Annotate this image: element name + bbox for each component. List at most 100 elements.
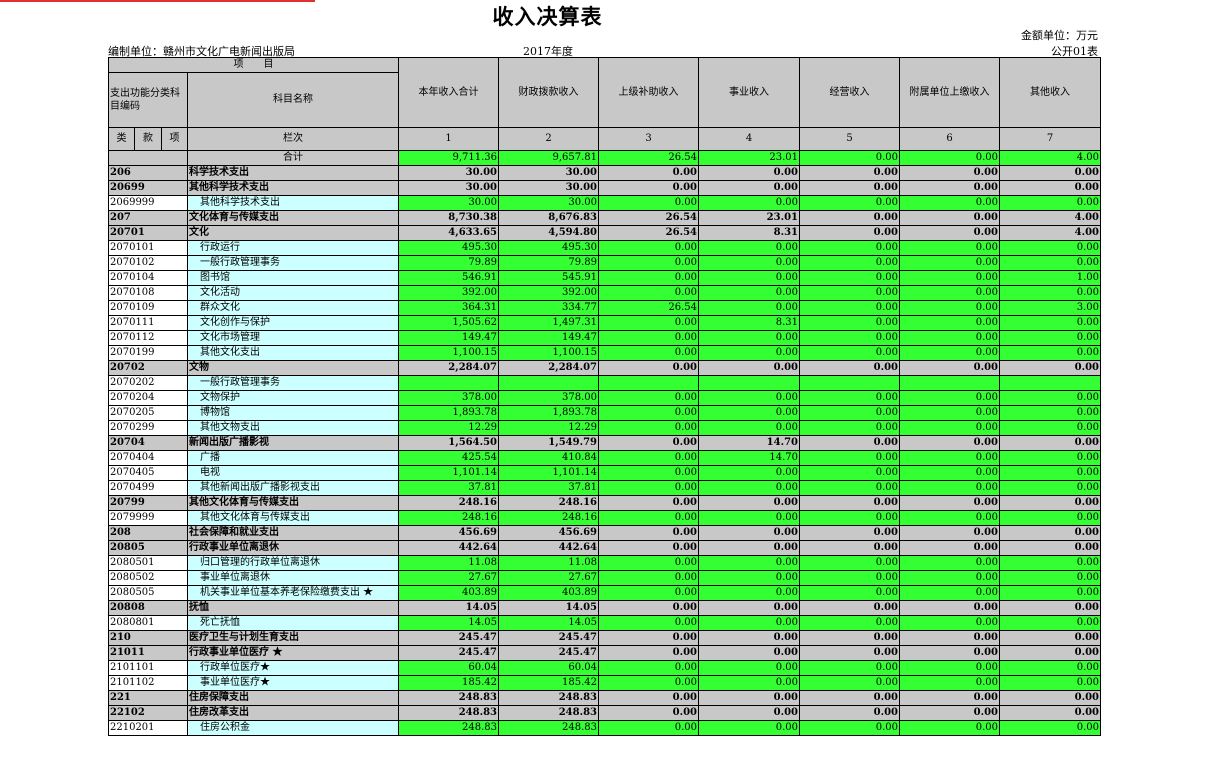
subject-name: 文化创作与保护 bbox=[187, 315, 399, 331]
amount-cell: 0.00 bbox=[999, 660, 1101, 676]
amount-cell: 1,893.78 bbox=[398, 405, 499, 421]
col-num-6: 6 bbox=[899, 127, 1000, 151]
amount-cell: 26.54 bbox=[598, 300, 699, 316]
amount-cell: 0.00 bbox=[698, 465, 800, 481]
amount-cell: 0.00 bbox=[899, 240, 1000, 256]
subject-name: 文物 bbox=[187, 360, 399, 376]
header-row-project: 项 目 本年收入合计 财政拨款收入 上级补助收入 事业收入 经营收入 附属单位上… bbox=[108, 57, 1101, 128]
amount-cell: 248.83 bbox=[398, 720, 499, 736]
amount-cell: 0.00 bbox=[698, 510, 800, 526]
amount-cell: 0.00 bbox=[598, 555, 699, 571]
subject-name: 医疗卫生与计划生育支出 bbox=[187, 630, 399, 646]
amount-cell: 0.00 bbox=[698, 495, 800, 511]
amount-cell: 0.00 bbox=[999, 165, 1101, 181]
amount-cell: 0.00 bbox=[598, 660, 699, 676]
amount-cell: 27.67 bbox=[398, 570, 499, 586]
amount-cell: 0.00 bbox=[799, 555, 900, 571]
amount-cell: 0.00 bbox=[698, 330, 800, 346]
amount-cell: 248.83 bbox=[398, 705, 499, 721]
amount-cell: 248.16 bbox=[398, 495, 499, 511]
amount-cell: 248.83 bbox=[498, 720, 599, 736]
amount-cell: 0.00 bbox=[999, 465, 1101, 481]
amount-cell: 0.00 bbox=[899, 585, 1000, 601]
amount-cell: 0.00 bbox=[698, 405, 800, 421]
amount-cell: 185.42 bbox=[498, 675, 599, 691]
amount-cell: 0.00 bbox=[999, 495, 1101, 511]
amount-cell: 0.00 bbox=[698, 570, 800, 586]
amount-cell: 0.00 bbox=[698, 600, 800, 616]
header-row-lanci: 类 款 项 栏次 1 2 3 4 5 6 7 bbox=[108, 127, 1101, 151]
table-row: 2070202 一般行政管理事务 bbox=[108, 375, 1101, 391]
table-row: 2070499 其他新闻出版广播影视支出 37.81 37.81 0.00 0.00 0.0… bbox=[108, 480, 1101, 496]
total-code-cell bbox=[108, 150, 188, 166]
col-num-1: 1 bbox=[398, 127, 499, 151]
subject-name: 社会保障和就业支出 bbox=[187, 525, 399, 541]
amount-cell: 0.00 bbox=[598, 705, 699, 721]
amount-cell: 0.00 bbox=[999, 720, 1101, 736]
amount-cell bbox=[598, 375, 699, 391]
total-value: 0.00 bbox=[899, 150, 1000, 166]
subject-code: 2210201 bbox=[108, 720, 188, 736]
amount-cell: 0.00 bbox=[799, 240, 900, 256]
amount-cell: 26.54 bbox=[598, 210, 699, 226]
amount-cell: 2,284.07 bbox=[398, 360, 499, 376]
amount-cell: 0.00 bbox=[799, 570, 900, 586]
amount-cell: 0.00 bbox=[698, 720, 800, 736]
col-header-7: 其他收入 bbox=[999, 57, 1101, 128]
amount-cell: 0.00 bbox=[999, 675, 1101, 691]
amount-cell: 392.00 bbox=[498, 285, 599, 301]
col-header-3: 上级补助收入 bbox=[598, 57, 699, 128]
amount-cell: 37.81 bbox=[398, 480, 499, 496]
amount-cell: 37.81 bbox=[498, 480, 599, 496]
amount-cell: 0.00 bbox=[999, 195, 1101, 211]
amount-cell: 0.00 bbox=[799, 270, 900, 286]
subject-code: 2070199 bbox=[108, 345, 188, 361]
amount-cell: 0.00 bbox=[799, 360, 900, 376]
table-row: 2070111 文化创作与保护 1,505.62 1,497.31 0.00 8.31 0.… bbox=[108, 315, 1101, 331]
amount-cell: 11.08 bbox=[398, 555, 499, 571]
amount-cell: 0.00 bbox=[598, 315, 699, 331]
amount-cell: 0.00 bbox=[999, 285, 1101, 301]
amount-cell: 0.00 bbox=[899, 300, 1000, 316]
amount-cell: 0.00 bbox=[899, 555, 1000, 571]
amount-cell: 0.00 bbox=[799, 195, 900, 211]
amount-cell: 0.00 bbox=[698, 390, 800, 406]
table-row: 2070405 电视 1,101.14 1,101.14 0.00 0.00 0.00 0.0… bbox=[108, 465, 1101, 481]
amount-cell: 0.00 bbox=[899, 705, 1000, 721]
subject-code: 208 bbox=[108, 525, 188, 541]
amount-cell: 0.00 bbox=[799, 585, 900, 601]
amount-cell: 0.00 bbox=[799, 600, 900, 616]
amount-cell: 0.00 bbox=[999, 600, 1101, 616]
amount-cell: 0.00 bbox=[799, 390, 900, 406]
subject-code: 20805 bbox=[108, 540, 188, 556]
amount-cell: 1,893.78 bbox=[498, 405, 599, 421]
amount-cell: 0.00 bbox=[598, 630, 699, 646]
amount-cell: 0.00 bbox=[598, 360, 699, 376]
table-row: 2069999 其他科学技术支出 30.00 30.00 0.00 0.00 0.00 0.0… bbox=[108, 195, 1101, 211]
amount-cell: 30.00 bbox=[498, 165, 599, 181]
subject-code: 2070108 bbox=[108, 285, 188, 301]
subject-code: 2101102 bbox=[108, 675, 188, 691]
subject-name: 文化活动 bbox=[187, 285, 399, 301]
amount-cell: 0.00 bbox=[799, 540, 900, 556]
amount-cell: 14.05 bbox=[498, 600, 599, 616]
amount-cell: 0.00 bbox=[899, 690, 1000, 706]
subject-name: 文化 bbox=[187, 225, 399, 241]
subject-name: 住房公积金 bbox=[187, 720, 399, 736]
amount-cell: 0.00 bbox=[698, 255, 800, 271]
amount-cell: 0.00 bbox=[799, 705, 900, 721]
subject-code: 20702 bbox=[108, 360, 188, 376]
amount-cell: 0.00 bbox=[899, 570, 1000, 586]
amount-cell: 334.77 bbox=[498, 300, 599, 316]
subject-code: 2070405 bbox=[108, 465, 188, 481]
table-row: 2070404 广播 425.54 410.84 0.00 14.70 0.00 0.00 0.… bbox=[108, 450, 1101, 466]
amount-cell: 403.89 bbox=[498, 585, 599, 601]
subject-code: 21011 bbox=[108, 645, 188, 661]
col-num-3: 3 bbox=[598, 127, 699, 151]
amount-cell: 1,100.15 bbox=[498, 345, 599, 361]
amount-cell: 0.00 bbox=[899, 285, 1000, 301]
amount-cell: 0.00 bbox=[999, 645, 1101, 661]
amount-cell: 0.00 bbox=[899, 495, 1000, 511]
amount-cell: 0.00 bbox=[799, 465, 900, 481]
amount-cell: 0.00 bbox=[899, 675, 1000, 691]
